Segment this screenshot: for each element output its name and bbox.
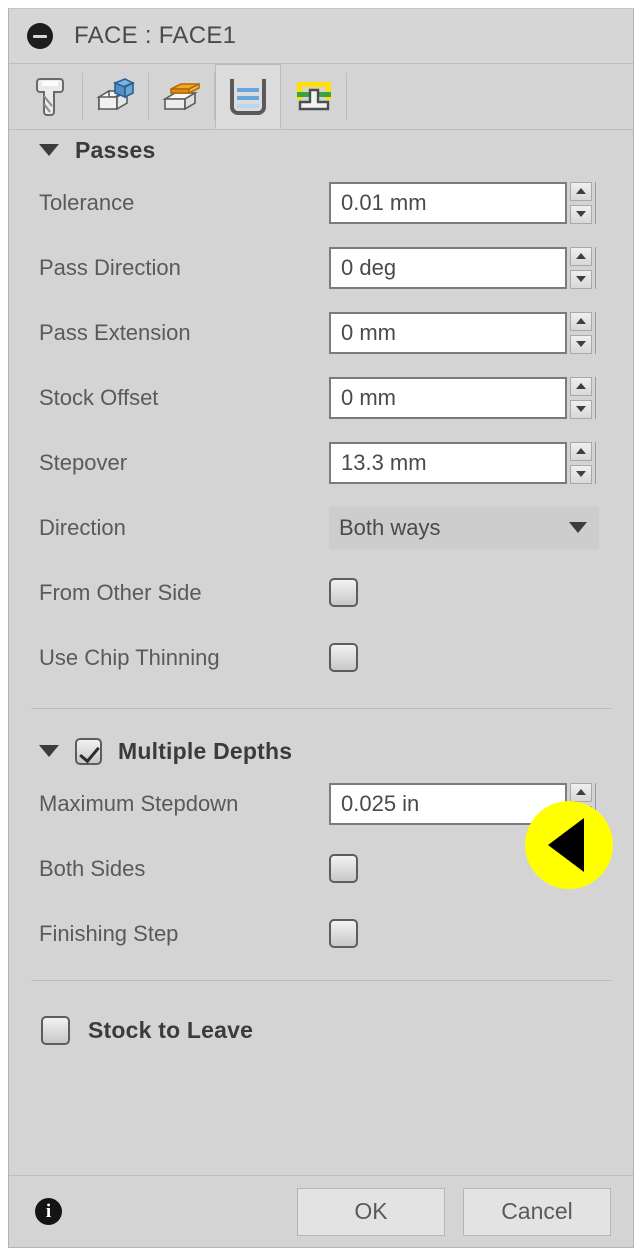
spinbox-pass-direction: 0 deg (329, 246, 596, 289)
section-title-passes: Passes (75, 136, 156, 163)
tab-geometry[interactable] (83, 64, 149, 129)
spinner-up-icon[interactable] (570, 311, 592, 331)
chevron-down-icon (569, 522, 587, 533)
row-pass-extension: Pass Extension 0 mm (9, 300, 633, 365)
spinner-down-icon[interactable] (570, 464, 592, 484)
dialog-footer: i OK Cancel (9, 1175, 633, 1247)
section-divider (31, 980, 611, 981)
label-from-other-side: From Other Side (39, 579, 202, 605)
tab-linking[interactable] (281, 64, 347, 129)
section-title-multiple-depths: Multiple Depths (118, 737, 293, 764)
checkbox-from-other-side[interactable] (329, 578, 358, 607)
ok-button[interactable]: OK (297, 1187, 445, 1236)
section-header-passes[interactable]: Passes (9, 130, 633, 170)
input-stock-offset[interactable]: 0 mm (329, 376, 567, 419)
row-stepover: Stepover 13.3 mm (9, 430, 633, 495)
spinbox-tolerance: 0.01 mm (329, 181, 596, 224)
operation-tabstrip (9, 64, 633, 130)
row-finishing-step: Finishing Step (9, 901, 633, 966)
passes-pocket-icon (228, 77, 268, 117)
checkbox-both-sides[interactable] (329, 854, 358, 883)
section-divider (31, 708, 611, 709)
spinner-down-icon[interactable] (570, 399, 592, 419)
spinner-up-icon[interactable] (570, 782, 592, 802)
label-stepover: Stepover (39, 449, 128, 475)
tab-tool[interactable] (17, 64, 83, 129)
section-header-stock-to-leave[interactable]: Stock to Leave (9, 999, 633, 1061)
spinbox-stock-offset: 0 mm (329, 376, 596, 419)
row-tolerance: Tolerance 0.01 mm (9, 170, 633, 235)
label-both-sides: Both Sides (39, 855, 146, 881)
label-tolerance: Tolerance (39, 189, 135, 215)
label-pass-extension: Pass Extension (39, 319, 191, 345)
section-header-multiple-depths[interactable]: Multiple Depths (9, 731, 633, 771)
checkbox-multiple-depths[interactable] (75, 737, 102, 765)
spinbox-pass-extension: 0 mm (329, 311, 596, 354)
chevron-down-icon (39, 745, 59, 757)
dialog-titlebar: FACE : FACE1 (9, 9, 633, 64)
input-tolerance[interactable]: 0.01 mm (329, 181, 567, 224)
label-use-chip-thinning: Use Chip Thinning (39, 644, 220, 670)
row-direction: Direction Both ways (9, 495, 633, 560)
label-stock-offset: Stock Offset (39, 384, 159, 410)
heights-cube-icon (161, 77, 203, 117)
input-pass-extension[interactable]: 0 mm (329, 311, 567, 354)
row-from-other-side: From Other Side (9, 560, 633, 625)
row-stock-offset: Stock Offset 0 mm (9, 365, 633, 430)
spinner-down-icon[interactable] (570, 334, 592, 354)
checkbox-use-chip-thinning[interactable] (329, 643, 358, 672)
face-operation-dialog: FACE : FACE1 Passes Tolerance 0.01 mm Pa… (8, 8, 634, 1248)
minus-circle-icon[interactable] (27, 23, 53, 49)
label-finishing-step: Finishing Step (39, 920, 179, 946)
dropdown-direction-value: Both ways (339, 514, 441, 540)
section-title-stock-to-leave: Stock to Leave (88, 1016, 254, 1043)
tab-heights[interactable] (149, 64, 215, 129)
label-direction: Direction (39, 514, 126, 540)
row-pass-direction: Pass Direction 0 deg (9, 235, 633, 300)
linking-ramp-icon (293, 78, 335, 116)
page-title: FACE : FACE1 (74, 22, 237, 49)
tab-passes[interactable] (215, 64, 281, 129)
spinner-pass-direction (570, 246, 596, 289)
row-use-chip-thinning: Use Chip Thinning (9, 625, 633, 690)
spinbox-stepover: 13.3 mm (329, 441, 596, 484)
spinner-up-icon[interactable] (570, 246, 592, 266)
label-pass-direction: Pass Direction (39, 254, 181, 280)
label-maximum-stepdown: Maximum Stepdown (39, 790, 239, 816)
left-triangle-icon (548, 818, 584, 872)
spinner-up-icon[interactable] (570, 376, 592, 396)
checkbox-finishing-step[interactable] (329, 919, 358, 948)
input-pass-direction[interactable]: 0 deg (329, 246, 567, 289)
cancel-button[interactable]: Cancel (463, 1187, 611, 1236)
dropdown-direction[interactable]: Both ways (329, 506, 599, 549)
dialog-body: Passes Tolerance 0.01 mm Pass Direction … (9, 130, 633, 1175)
geometry-cube-icon (95, 77, 137, 117)
spinner-tolerance (570, 181, 596, 224)
info-circle-icon[interactable]: i (35, 1198, 62, 1225)
checkbox-stock-to-leave[interactable] (41, 1015, 70, 1045)
input-stepover[interactable]: 13.3 mm (329, 441, 567, 484)
spinner-up-icon[interactable] (570, 181, 592, 201)
spinner-stepover (570, 441, 596, 484)
chevron-down-icon (39, 144, 59, 156)
spinner-stock-offset (570, 376, 596, 419)
spinner-pass-extension (570, 311, 596, 354)
input-maximum-stepdown[interactable]: 0.025 in (329, 782, 567, 825)
spinner-up-icon[interactable] (570, 441, 592, 461)
screenshot-root: FACE : FACE1 Passes Tolerance 0.01 mm Pa… (0, 0, 642, 1258)
endmill-tool-icon (33, 76, 67, 118)
left-pointing-triangle-marker (525, 801, 613, 889)
spinner-down-icon[interactable] (570, 269, 592, 289)
spinner-down-icon[interactable] (570, 204, 592, 224)
